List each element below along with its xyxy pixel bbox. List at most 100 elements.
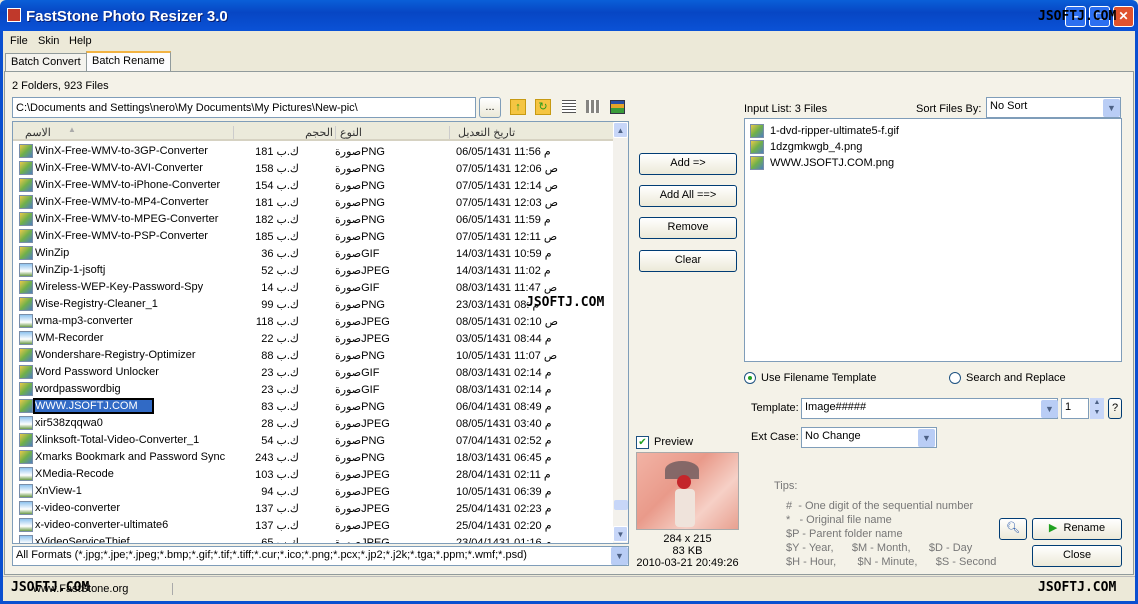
preview-checkbox[interactable]: ✔ xyxy=(636,436,649,449)
scroll-up-button[interactable]: ▲ xyxy=(613,122,628,138)
chevron-down-icon[interactable]: ▼ xyxy=(611,547,628,565)
file-row[interactable]: Wondershare-Registry-Optimizer 88 ك.ب صو… xyxy=(13,347,613,364)
type-prefix: صورة xyxy=(335,350,362,362)
start-number-input[interactable]: 1 xyxy=(1061,398,1089,419)
image-file-icon xyxy=(19,144,33,158)
column-name[interactable]: الاسم xyxy=(25,126,51,139)
folder-up-icon[interactable]: ↑ xyxy=(510,99,526,115)
date-value: 10/05/1431 06:39 xyxy=(456,486,542,498)
scroll-down-button[interactable]: ▼ xyxy=(613,526,628,542)
add-all-button[interactable]: Add All ==> xyxy=(639,185,737,207)
file-type: صورةJPEG xyxy=(335,536,390,543)
file-size: 52 ك.ب xyxy=(233,264,299,277)
title-bar[interactable]: FastStone Photo Resizer 3.0 – □ ✕ JSOFTJ… xyxy=(0,0,1138,31)
preview-rename-button[interactable]: 🔍︎ xyxy=(999,518,1027,540)
chevron-down-icon[interactable]: ▼ xyxy=(1041,400,1058,418)
file-row[interactable]: XnView-1 94 ك.ب صورةJPEG 10/05/1431 06:3… xyxy=(13,483,613,500)
file-row[interactable]: WinX-Free-WMV-to-MPEG-Converter 182 ك.ب … xyxy=(13,211,613,228)
search-replace-radio[interactable] xyxy=(949,372,961,384)
start-number-spinner[interactable]: ▲ ▼ xyxy=(1090,398,1104,419)
refresh-folder-icon[interactable]: ↻ xyxy=(535,99,551,115)
file-name: x-video-converter-ultimate6 xyxy=(35,519,169,531)
column-type[interactable]: النوع xyxy=(335,126,447,139)
size-unit: ك.ب xyxy=(276,486,299,498)
chevron-down-icon[interactable]: ▼ xyxy=(1103,99,1120,117)
file-name: WinX-Free-WMV-to-MPEG-Converter xyxy=(35,213,219,225)
size-unit: ك.ب xyxy=(276,282,299,294)
file-list[interactable]: الاسم ▲ الحجم النوع تاريخ التعديل WinX-F… xyxy=(12,121,629,544)
image-file-icon xyxy=(19,297,33,311)
watermark-bottom-right: JSOFTJ.COM xyxy=(1038,580,1117,595)
file-row[interactable]: WinX-Free-WMV-to-MP4-Converter 181 ك.ب ص… xyxy=(13,194,613,211)
file-size: 182 ك.ب xyxy=(233,213,299,226)
ext-case-select[interactable]: No Change xyxy=(801,427,937,448)
type-prefix: صورة xyxy=(335,486,362,498)
size-value: 36 xyxy=(261,248,274,260)
remove-button[interactable]: Remove xyxy=(639,217,737,239)
close-dialog-button[interactable]: Close xyxy=(1032,545,1122,567)
file-row[interactable]: x-video-converter-ultimate6 137 ك.ب صورة… xyxy=(13,517,613,534)
file-row[interactable]: x-video-converter 137 ك.ب صورةJPEG 25/04… xyxy=(13,500,613,517)
file-row[interactable]: WinZip 36 ك.ب صورةGIF 14/03/1431 10:59 م xyxy=(13,245,613,262)
column-size[interactable]: الحجم xyxy=(233,126,333,139)
clear-button[interactable]: Clear xyxy=(639,250,737,272)
file-type: صورةPNG xyxy=(335,179,385,192)
file-name: Xlinksoft-Total-Video-Converter_1 xyxy=(35,434,200,446)
file-list-scrollbar[interactable]: ▲ ▼ xyxy=(613,122,628,543)
template-mode-label[interactable]: Use Filename Template xyxy=(761,372,876,384)
search-replace-label[interactable]: Search and Replace xyxy=(966,372,1066,384)
file-row[interactable]: WinX-Free-WMV-to-PSP-Converter 185 ك.ب ص… xyxy=(13,228,613,245)
help-button[interactable]: ? xyxy=(1108,398,1122,419)
input-file-list[interactable]: 1-dvd-ripper-ultimate5-f.gif 1dzgmkwgb_4.… xyxy=(744,118,1122,362)
column-modified[interactable]: تاريخ التعديل xyxy=(449,126,569,139)
menu-file[interactable]: File xyxy=(10,35,28,47)
size-unit: ك.ب xyxy=(276,537,299,544)
format-filter-select[interactable]: All Formats (*.jpg;*.jpe;*.jpeg;*.bmp;*.… xyxy=(12,546,629,566)
tip-line: $Y - Year, $M - Month, $D - Day xyxy=(786,542,973,554)
tab-batch-convert[interactable]: Batch Convert xyxy=(5,53,87,71)
list-view-icon[interactable] xyxy=(586,100,600,113)
file-row[interactable]: xir538zqqwa0 28 ك.ب صورةJPEG 08/05/1431 … xyxy=(13,415,613,432)
file-row[interactable]: WM-Recorder 22 ك.ب صورةJPEG 03/05/1431 0… xyxy=(13,330,613,347)
file-row[interactable]: wordpasswordbig 23 ك.ب صورةGIF 08/03/143… xyxy=(13,381,613,398)
file-row[interactable]: WWW.JSOFTJ.COM 83 ك.ب صورةPNG 06/04/1431… xyxy=(13,398,613,415)
rename-button[interactable]: ▶ Rename xyxy=(1032,518,1122,540)
menu-help[interactable]: Help xyxy=(69,35,92,47)
file-row[interactable]: Word Password Unlocker 23 ك.ب صورةGIF 08… xyxy=(13,364,613,381)
file-row[interactable]: Xlinksoft-Total-Video-Converter_1 54 ك.ب… xyxy=(13,432,613,449)
sort-select[interactable]: No Sort xyxy=(986,97,1121,118)
image-file-icon xyxy=(19,314,33,328)
path-input[interactable] xyxy=(12,97,476,118)
file-row[interactable]: xVideoServiceThief 65 ك.ب صورةJPEG 23/04… xyxy=(13,534,613,544)
file-row[interactable]: Xmarks Bookmark and Password Sync 243 ك.… xyxy=(13,449,613,466)
file-row[interactable]: wma-mp3-converter 118 ك.ب صورةJPEG 08/05… xyxy=(13,313,613,330)
file-type: صورةGIF xyxy=(335,247,379,260)
scroll-thumb[interactable] xyxy=(614,500,628,510)
preview-datetime: 2010-03-21 20:49:26 xyxy=(636,557,739,569)
file-row[interactable]: Wireless-WEP-Key-Password-Spy 14 ك.ب صور… xyxy=(13,279,613,296)
file-row[interactable]: WinX-Free-WMV-to-3GP-Converter 181 ك.ب ص… xyxy=(13,143,613,160)
template-input[interactable]: Image##### xyxy=(801,398,1058,419)
thumbnail-view-icon[interactable] xyxy=(610,100,625,114)
file-row[interactable]: WinZip-1-jsoftj 52 ك.ب صورةJPEG 14/03/14… xyxy=(13,262,613,279)
template-mode-radio[interactable] xyxy=(744,372,756,384)
size-value: 28 xyxy=(261,418,274,430)
chevron-down-icon[interactable]: ▼ xyxy=(918,429,935,447)
file-type: صورةJPEG xyxy=(335,264,390,277)
browse-button[interactable]: ... xyxy=(479,97,501,118)
date-value: 14/03/1431 11:02 xyxy=(456,265,541,277)
file-row[interactable]: XMedia-Recode 103 ك.ب صورةJPEG 28/04/143… xyxy=(13,466,613,483)
file-size: 54 ك.ب xyxy=(233,434,299,447)
tab-batch-rename[interactable]: Batch Rename xyxy=(86,51,171,71)
file-row[interactable]: Wise-Registry-Cleaner_1 99 ك.ب صورةPNG 2… xyxy=(13,296,613,313)
file-row[interactable]: WinX-Free-WMV-to-AVI-Converter 158 ك.ب ص… xyxy=(13,160,613,177)
add-button[interactable]: Add => xyxy=(639,153,737,175)
am-pm: ص xyxy=(543,282,558,294)
details-view-icon[interactable] xyxy=(562,100,576,113)
file-row[interactable]: WinX-Free-WMV-to-iPhone-Converter 154 ك.… xyxy=(13,177,613,194)
menu-skin[interactable]: Skin xyxy=(38,35,59,47)
file-size: 23 ك.ب xyxy=(233,383,299,396)
type-prefix: صورة xyxy=(335,282,362,294)
file-type: صورةPNG xyxy=(335,145,385,158)
date-value: 07/05/1431 12:11 xyxy=(456,231,541,243)
